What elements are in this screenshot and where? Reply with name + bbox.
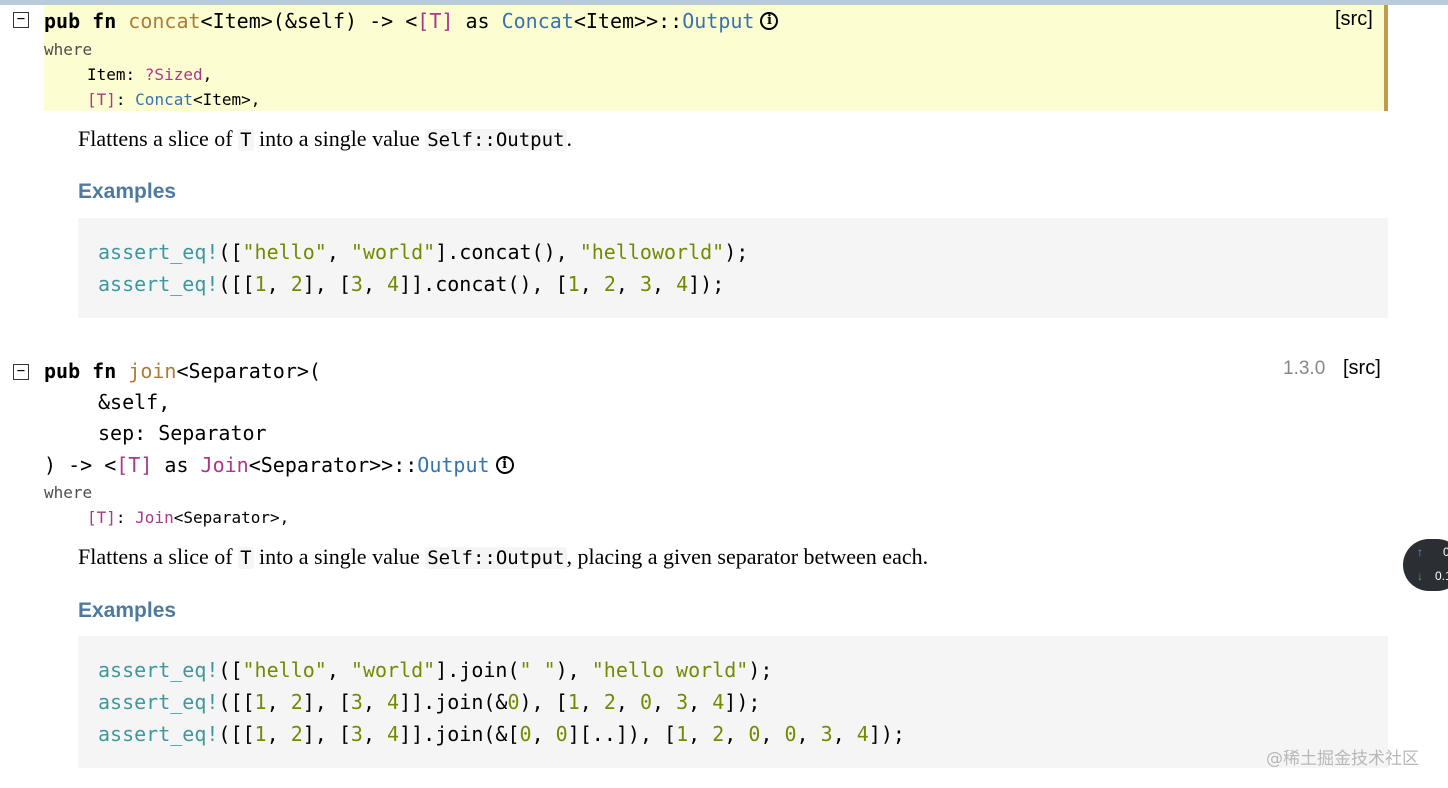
concat-where-bound-2: [T]: Concat<Item>, bbox=[87, 90, 261, 109]
join-fn-name[interactable]: join bbox=[128, 359, 176, 383]
code-line: assert_eq!([[1, 2], [3, 4]].join(&0), [1… bbox=[98, 690, 761, 714]
join-signature-arg-sep: sep: Separator bbox=[98, 421, 267, 445]
concat-signature: pub fn concat<Item>(&self) -> <[T] as Co… bbox=[44, 6, 779, 36]
join-output-link[interactable]: Output bbox=[417, 453, 489, 477]
join-where-bound-1: [T]: Join<Separator>, bbox=[87, 508, 290, 527]
code-line: assert_eq!([[1, 2], [3, 4]].join(&[0, 0]… bbox=[98, 722, 905, 746]
join-where-trait-link[interactable]: Join bbox=[135, 508, 174, 527]
join-signature-arg-self: &self, bbox=[98, 390, 171, 414]
watermark: @稀土掘金技术社区 bbox=[1266, 749, 1419, 769]
network-speed-widget[interactable]: ↑ 0 ↓ 0.1 bbox=[1403, 539, 1448, 591]
join-trait-link[interactable]: Join bbox=[201, 453, 249, 477]
join-signature-return: ) -> <[T] as Join<Separator>>::Output i bbox=[44, 450, 514, 480]
join-where-keyword: where bbox=[44, 483, 93, 502]
concat-where-trait-link[interactable]: Concat bbox=[135, 90, 193, 109]
join-examples-heading[interactable]: Examples bbox=[78, 599, 176, 623]
concat-where-bound-1: Item: ?Sized, bbox=[87, 65, 213, 84]
join-src-link[interactable]: [src] bbox=[1343, 357, 1381, 380]
concat-example-code: assert_eq!(["hello", "world"].concat(), … bbox=[78, 218, 1388, 318]
concat-trait-link[interactable]: Concat bbox=[502, 9, 574, 33]
join-collapse-toggle[interactable]: − bbox=[13, 364, 29, 380]
concat-fn-name[interactable]: concat bbox=[128, 9, 200, 33]
download-speed: 0.1 bbox=[1435, 569, 1448, 583]
concat-description: Flattens a slice of T into a single valu… bbox=[78, 126, 572, 151]
code-line: assert_eq!(["hello", "world"].concat(), … bbox=[98, 240, 749, 264]
join-since-version: 1.3.0 bbox=[1283, 358, 1326, 379]
join-example-code: assert_eq!(["hello", "world"].join(" "),… bbox=[78, 636, 1388, 768]
info-icon[interactable]: i bbox=[495, 455, 514, 474]
upload-speed: 0 bbox=[1443, 545, 1448, 559]
code-line: assert_eq!(["hello", "world"].join(" "),… bbox=[98, 658, 773, 682]
concat-output-link[interactable]: Output bbox=[682, 9, 754, 33]
concat-collapse-toggle[interactable]: − bbox=[13, 12, 29, 28]
info-icon[interactable]: i bbox=[760, 11, 779, 30]
join-description: Flattens a slice of T into a single valu… bbox=[78, 544, 929, 569]
concat-src-link[interactable]: [src] bbox=[1335, 8, 1373, 31]
concat-examples-heading[interactable]: Examples bbox=[78, 180, 176, 204]
code-line: assert_eq!([[1, 2], [3, 4]].concat(), [1… bbox=[98, 272, 725, 296]
concat-where-keyword: where bbox=[44, 40, 93, 59]
download-arrow-icon: ↓ bbox=[1417, 569, 1423, 583]
upload-arrow-icon: ↑ bbox=[1417, 545, 1423, 559]
join-signature-line-1: pub fn join<Separator>( bbox=[44, 359, 321, 383]
